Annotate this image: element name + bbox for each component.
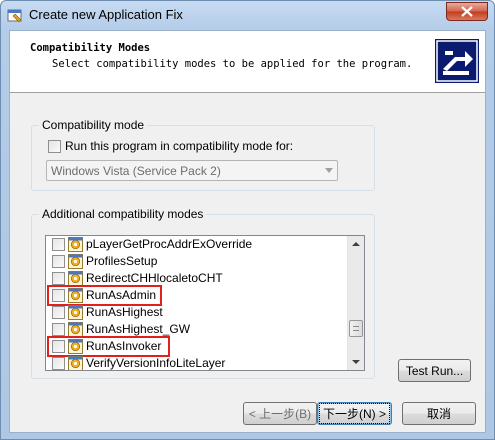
list-item[interactable]: RunAsInvoker bbox=[46, 336, 348, 357]
mode-checkbox[interactable] bbox=[52, 306, 65, 319]
dialog-window: Create new Application Fix Compatibility… bbox=[0, 0, 495, 440]
app-fix-icon bbox=[7, 9, 22, 23]
highlight-box bbox=[47, 285, 162, 306]
compat-fix-icon bbox=[68, 356, 83, 370]
compat-fix-icon bbox=[68, 237, 83, 252]
run-in-compat-checkbox[interactable] bbox=[48, 140, 61, 153]
close-button[interactable] bbox=[446, 2, 488, 21]
back-button-label: < 上一步(B) bbox=[248, 407, 312, 421]
mode-checkbox[interactable] bbox=[52, 255, 65, 268]
test-run-button[interactable]: Test Run... bbox=[398, 359, 471, 382]
additional-modes-group: Additional compatibility modes pLayerGet… bbox=[31, 207, 375, 379]
mode-label: pLayerGetProcAddrExOverride bbox=[86, 237, 253, 251]
arrow-down-icon bbox=[352, 360, 360, 364]
scroll-up-button[interactable] bbox=[348, 236, 364, 253]
wizard-header: Compatibility Modes Select compatibility… bbox=[10, 31, 485, 93]
grip-icon bbox=[353, 326, 359, 331]
compat-fix-icon bbox=[68, 322, 83, 337]
compatibility-mode-label: Compatibility mode bbox=[39, 118, 148, 132]
back-button[interactable]: < 上一步(B) bbox=[243, 402, 317, 425]
mode-label: RunAsHighest bbox=[86, 305, 163, 319]
window-title: Create new Application Fix bbox=[29, 7, 183, 22]
os-version-select[interactable]: Windows Vista (Service Pack 2) bbox=[46, 160, 338, 181]
run-in-compat-label[interactable]: Run this program in compatibility mode f… bbox=[65, 139, 293, 153]
list-scrollbar[interactable] bbox=[347, 236, 364, 370]
compat-wizard-icon bbox=[435, 39, 479, 83]
mode-label: RunAsHighest_GW bbox=[86, 322, 191, 336]
dialog-client: Compatibility Modes Select compatibility… bbox=[9, 30, 486, 433]
list-item[interactable]: RunAsAdmin bbox=[46, 285, 348, 306]
mode-label: VerifyVersionInfoLiteLayer bbox=[86, 356, 226, 370]
next-button-label: 下一步(N) > bbox=[318, 403, 390, 424]
mode-label: RedirectCHHlocaletoCHT bbox=[86, 271, 223, 285]
page-subtitle: Select compatibility modes to be applied… bbox=[52, 58, 413, 70]
arrow-up-icon bbox=[352, 242, 360, 246]
compat-modes-items: pLayerGetProcAddrExOverride ProfilesSetup… bbox=[46, 236, 348, 370]
compatibility-mode-group: Compatibility mode Run this program in c… bbox=[31, 118, 375, 191]
compat-fix-icon bbox=[68, 271, 83, 286]
scroll-down-button[interactable] bbox=[348, 353, 364, 370]
mode-checkbox[interactable] bbox=[52, 238, 65, 251]
list-item[interactable]: ProfilesSetup bbox=[46, 253, 348, 270]
list-item[interactable]: VerifyVersionInfoLiteLayer bbox=[46, 355, 348, 370]
additional-modes-label: Additional compatibility modes bbox=[39, 207, 207, 221]
next-button[interactable]: 下一步(N) > bbox=[317, 402, 392, 425]
title-bar[interactable]: Create new Application Fix bbox=[1, 1, 494, 29]
mode-checkbox[interactable] bbox=[52, 272, 65, 285]
list-item[interactable]: RunAsHighest bbox=[46, 304, 348, 321]
os-version-value: Windows Vista (Service Pack 2) bbox=[51, 164, 221, 178]
highlight-box bbox=[47, 336, 170, 357]
compat-modes-list[interactable]: pLayerGetProcAddrExOverride ProfilesSetup… bbox=[45, 235, 365, 371]
mode-checkbox[interactable] bbox=[52, 323, 65, 336]
mode-label: ProfilesSetup bbox=[86, 254, 158, 268]
scroll-thumb[interactable] bbox=[349, 320, 363, 337]
cancel-button-label: 取消 bbox=[426, 407, 451, 421]
compat-fix-icon bbox=[68, 305, 83, 320]
page-title: Compatibility Modes bbox=[30, 42, 151, 54]
mode-checkbox[interactable] bbox=[52, 357, 65, 370]
list-item[interactable]: pLayerGetProcAddrExOverride bbox=[46, 236, 348, 253]
close-icon bbox=[461, 6, 473, 17]
compat-fix-icon bbox=[68, 254, 83, 269]
cancel-button[interactable]: 取消 bbox=[402, 402, 476, 425]
chevron-down-icon bbox=[325, 168, 333, 173]
